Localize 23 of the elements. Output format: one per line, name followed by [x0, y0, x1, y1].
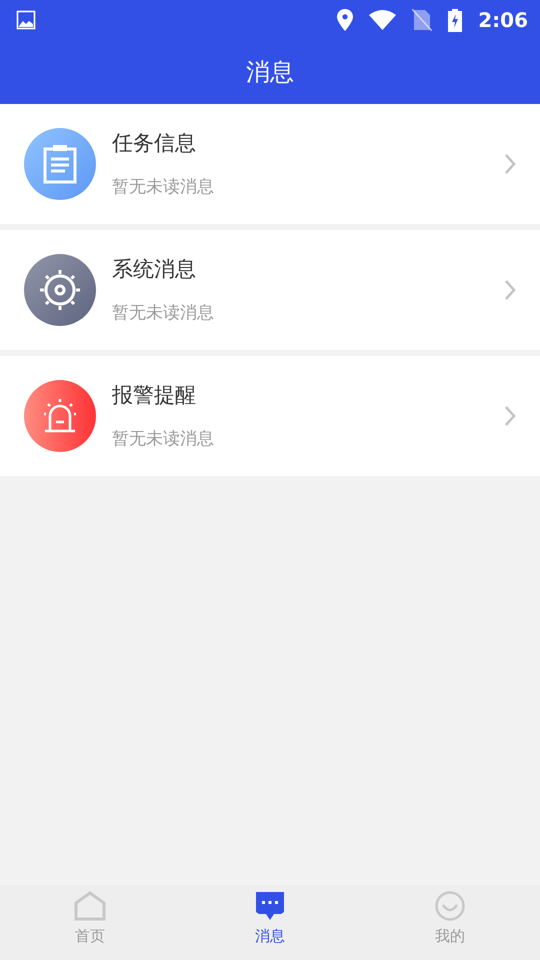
- message-row[interactable]: 任务信息 暂无未读消息: [0, 104, 540, 224]
- message-row[interactable]: 报警提醒 暂无未读消息: [0, 356, 540, 476]
- message-title: 报警提醒: [112, 382, 197, 408]
- wifi-icon: [369, 10, 396, 30]
- message-subtitle: 暂无未读消息: [112, 428, 215, 451]
- location-icon: [337, 9, 354, 31]
- chevron-right-icon: [504, 153, 516, 175]
- chat-bubble-icon: [254, 891, 286, 921]
- home-icon: [74, 891, 106, 921]
- clock-time: 2:06: [478, 7, 528, 34]
- chevron-right-icon: [504, 279, 516, 301]
- tab-button[interactable]: 消息: [180, 885, 360, 960]
- image-icon: [16, 10, 36, 30]
- message-row[interactable]: 系统消息 暂无未读消息: [0, 230, 540, 350]
- chevron-right-icon: [504, 405, 516, 427]
- page-title: 消息: [246, 57, 294, 88]
- battery-charging-icon: [448, 8, 462, 32]
- message-subtitle: 暂无未读消息: [112, 176, 215, 199]
- smiley-icon: [434, 891, 466, 921]
- message-title: 系统消息: [112, 256, 197, 282]
- message-title: 任务信息: [112, 130, 197, 156]
- no-sim-icon: [412, 9, 432, 31]
- message-subtitle: 暂无未读消息: [112, 302, 215, 325]
